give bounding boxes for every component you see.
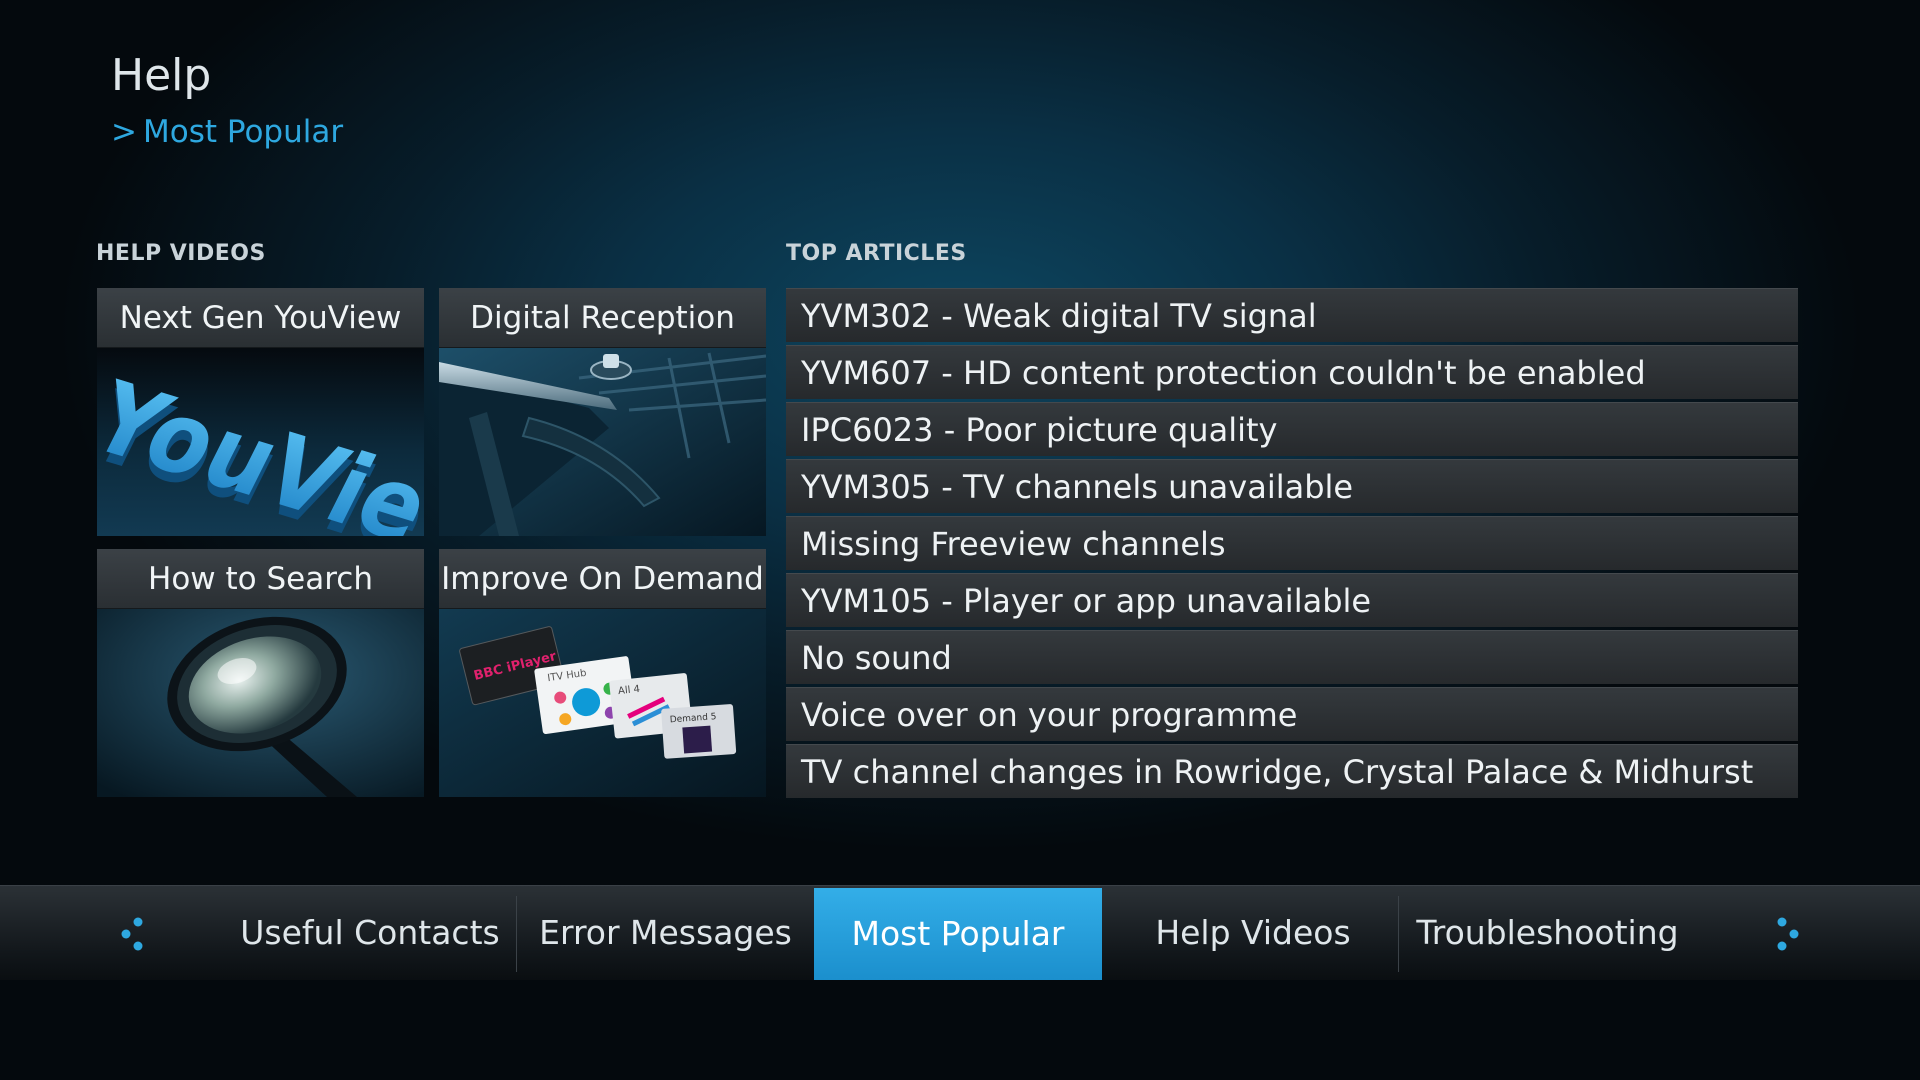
article-item[interactable]: No sound (786, 630, 1798, 684)
video-tile-improve-on-demand[interactable]: Improve On Demand BBC iPlayer ITV Hub Al… (439, 549, 766, 797)
help-screen: Help > Most Popular HELP VIDEOS TOP ARTIC… (0, 0, 1920, 1080)
bottom-nav-bar: Useful Contacts Error Messages Most Popu… (0, 885, 1920, 980)
help-videos-heading: HELP VIDEOS (96, 241, 266, 266)
top-articles-heading: TOP ARTICLES (786, 241, 967, 266)
article-item[interactable]: TV channel changes in Rowridge, Crystal … (786, 744, 1798, 798)
article-item[interactable]: YVM105 - Player or app unavailable (786, 573, 1798, 627)
article-item[interactable]: IPC6023 - Poor picture quality (786, 402, 1798, 456)
breadcrumb-label: Most Popular (142, 114, 344, 150)
nav-separator (1398, 896, 1399, 972)
page-title: Help (111, 50, 212, 101)
all4-card-label: All 4 (618, 684, 641, 697)
video-tile-title: Improve On Demand (439, 549, 766, 609)
tab-useful-contacts[interactable]: Useful Contacts (225, 886, 515, 980)
article-item[interactable]: YVM305 - TV channels unavailable (786, 459, 1798, 513)
breadcrumb: > Most Popular (111, 114, 343, 150)
video-tile-digital-reception[interactable]: Digital Reception (439, 288, 766, 536)
article-item[interactable]: Missing Freeview channels (786, 516, 1798, 570)
video-tile-title: Next Gen YouView (97, 288, 424, 348)
tab-help-videos[interactable]: Help Videos (1108, 886, 1398, 980)
video-tile-how-to-search[interactable]: How to Search (97, 549, 424, 797)
nav-separator (516, 896, 517, 972)
aerial-thumbnail (439, 348, 766, 536)
tab-error-messages[interactable]: Error Messages (518, 886, 813, 980)
video-tile-next-gen-youview[interactable]: Next Gen YouView YouView YouView (97, 288, 424, 536)
tab-most-popular[interactable]: Most Popular (814, 888, 1102, 980)
magnifying-glass-thumbnail (97, 609, 424, 797)
breadcrumb-chevron-icon: > (111, 114, 137, 150)
tab-troubleshooting[interactable]: Troubleshooting (1400, 886, 1695, 980)
article-item[interactable]: YVM607 - HD content protection couldn't … (786, 345, 1798, 399)
youview-logo-thumbnail: YouView YouView (97, 348, 424, 536)
nav-dots-right-icon[interactable] (1772, 916, 1802, 952)
article-item[interactable]: Voice over on your programme (786, 687, 1798, 741)
on-demand-players-thumbnail: BBC iPlayer ITV Hub All 4 Demand 5 (439, 609, 766, 797)
video-tile-title: How to Search (97, 549, 424, 609)
top-articles-list: YVM302 - Weak digital TV signal YVM607 -… (786, 288, 1798, 801)
article-item[interactable]: YVM302 - Weak digital TV signal (786, 288, 1798, 342)
nav-dots-left-icon[interactable] (118, 916, 148, 952)
video-tile-title: Digital Reception (439, 288, 766, 348)
